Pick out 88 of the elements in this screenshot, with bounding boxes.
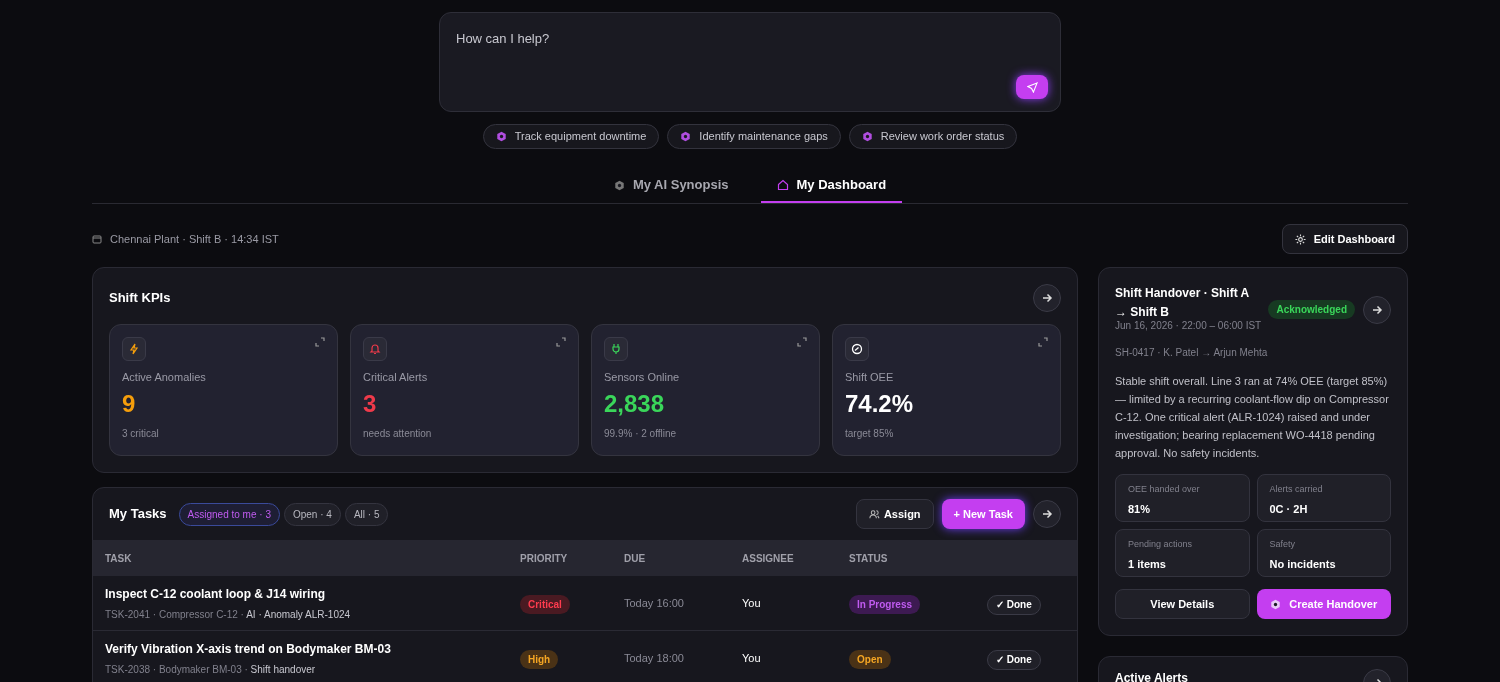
stat-value: 0C · 2H <box>1269 501 1309 517</box>
stat-label: Pending actions <box>1128 538 1194 551</box>
stat-value: 81% <box>1128 501 1152 517</box>
column-header: STATUS <box>849 551 889 566</box>
panel-title: My Tasks <box>109 505 167 524</box>
assign-button[interactable]: Assign <box>855 499 934 529</box>
panel-title: Active Alerts <box>1115 670 1188 682</box>
kpi-value: 2,838 <box>604 389 666 418</box>
suggestion-chip[interactable]: Track equipment downtime <box>482 124 660 149</box>
expand-icon[interactable] <box>797 337 807 347</box>
arrow-button[interactable] <box>1033 500 1061 528</box>
send-button[interactable] <box>1016 75 1048 99</box>
assignee-text: You <box>742 650 762 666</box>
task-meta: TSK-2041 · Compressor C-12 · AI · Anomaly ALR-1024 <box>105 607 352 622</box>
plug-icon <box>610 343 622 355</box>
due-text: Today 18:00 <box>624 650 685 666</box>
handover-time: Jun 16, 2026 · 22:00 – 06:00 IST <box>1115 319 1263 333</box>
home-icon <box>776 179 789 191</box>
expand-icon[interactable] <box>556 337 566 347</box>
suggestion-chip[interactable]: Identify maintenance gaps <box>667 124 841 149</box>
hexagon-icon <box>1270 598 1282 610</box>
expand-icon[interactable] <box>1038 337 1048 347</box>
send-icon <box>1026 81 1038 93</box>
kpi-label: Shift OEE <box>845 370 895 385</box>
stat-label: Safety <box>1269 538 1296 551</box>
done-button[interactable]: ✓ Done <box>987 649 1041 670</box>
hexagon-icon <box>680 131 692 142</box>
handover-title: Shift Handover · Shift A → Shift B <box>1115 285 1250 321</box>
tab[interactable]: My AI Synopsis <box>597 169 745 203</box>
context-text: Chennai Plant · Shift B · 14:34 IST <box>110 231 279 247</box>
status-badge: Open <box>849 650 891 669</box>
arrow-button[interactable] <box>1033 284 1061 312</box>
column-header: ASSIGNEE <box>742 551 795 566</box>
column-header: TASK <box>105 551 133 566</box>
hexagon-icon <box>861 131 873 142</box>
kpi-note: 99.9% · 2 offline <box>604 426 678 441</box>
kpi-note: target 85% <box>845 426 895 441</box>
priority-badge: High <box>520 650 559 669</box>
arrow-right-icon <box>1041 292 1053 304</box>
handover-ref: SH-0417 · K. Patel → Arjun Mehta <box>1115 346 1269 360</box>
stat-label: OEE handed over <box>1128 483 1201 496</box>
users-icon <box>868 508 880 520</box>
prompt-box[interactable]: How can I help? <box>439 12 1061 112</box>
status-badge: In Progress <box>849 595 921 614</box>
view-details-button[interactable]: View Details <box>1115 589 1250 619</box>
kpi-label: Critical Alerts <box>363 370 429 385</box>
create-handover-button[interactable]: Create Handover <box>1256 589 1391 619</box>
kpi-note: needs attention <box>363 426 433 441</box>
stat-value: 1 items <box>1128 556 1167 572</box>
task-title: Inspect C-12 coolant loop & J14 wiring <box>105 585 327 603</box>
filter-chip[interactable]: Open · 4 <box>283 502 341 526</box>
status-badge: Acknowledged <box>1268 300 1355 319</box>
kpi-value: 3 <box>363 389 378 418</box>
lightning-icon <box>128 343 140 355</box>
stat-label: Alerts carried <box>1269 483 1324 496</box>
stat-value: No incidents <box>1269 556 1337 572</box>
edit-dashboard-button[interactable]: Edit Dashboard <box>1281 224 1408 254</box>
kpi-value: 9 <box>122 389 137 418</box>
done-button[interactable]: ✓ Done <box>987 594 1041 615</box>
column-header: DUE <box>624 551 647 566</box>
arrow-right-icon <box>1371 304 1383 316</box>
hexagon-icon <box>495 131 507 142</box>
bell-icon <box>369 343 381 355</box>
filter-chip[interactable]: All · 5 <box>344 502 389 526</box>
filter-chip[interactable]: Assigned to me · 3 <box>178 502 280 526</box>
suggestion-chip[interactable]: Review work order status <box>848 124 1018 149</box>
arrow-right-icon <box>1041 508 1053 520</box>
gauge-icon <box>851 343 863 355</box>
handover-summary: Stable shift overall. Line 3 ran at 74% OEE (target 85%) — limited by a recurring coolant-flow dip on Compressor C-12. One critical alert (ALR-1024) raised and under investigation; bearing replacement WO-4418 pending approval. No safety incidents. <box>1115 374 1390 461</box>
settings-icon <box>1294 233 1306 245</box>
assignee-text: You <box>742 595 762 611</box>
new-task-button[interactable]: + New Task <box>941 499 1025 529</box>
kpi-label: Active Anomalies <box>122 370 207 385</box>
prompt-field[interactable]: How can I help? <box>456 29 976 53</box>
kpi-label: Sensors Online <box>604 370 681 385</box>
panel-title: Shift KPIs <box>109 289 171 308</box>
kpi-value: 74.2% <box>845 389 915 418</box>
due-text: Today 16:00 <box>624 595 685 611</box>
kpi-note: 3 critical <box>122 426 160 441</box>
task-title: Verify Vibration X-axis trend on Bodymaker BM-03 <box>105 640 392 658</box>
column-header: PRIORITY <box>520 551 569 566</box>
task-meta: TSK-2038 · Bodymaker BM-03 · Shift handover <box>105 662 317 677</box>
arrow-button[interactable] <box>1363 296 1391 324</box>
hexagon-icon <box>613 179 625 191</box>
expand-icon[interactable] <box>315 337 325 347</box>
priority-badge: Critical <box>520 595 570 614</box>
tab[interactable]: My Dashboard <box>760 169 903 203</box>
calendar-icon <box>92 234 102 244</box>
